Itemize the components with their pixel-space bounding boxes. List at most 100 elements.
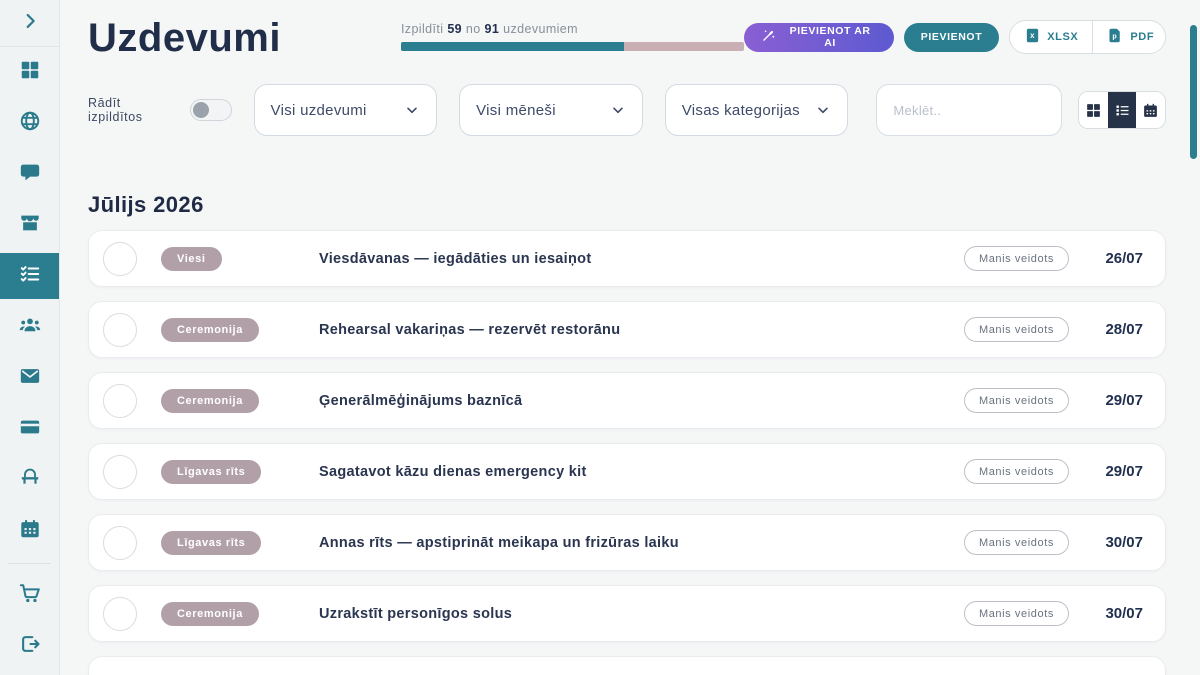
task-checkbox[interactable] — [103, 526, 137, 560]
task-row: Līgavas rīts Sagatavot kāzu dienas emerg… — [88, 443, 1166, 500]
task-row: Līgavas rīts Annas rīts — apstiprināt me… — [88, 514, 1166, 571]
cart-icon — [19, 582, 41, 609]
list-view-button[interactable] — [1108, 92, 1137, 128]
task-title: Annas rīts — apstiprināt meikapa un friz… — [319, 535, 679, 551]
sidebar-item-globe[interactable] — [0, 98, 59, 149]
task-date: 29/07 — [1069, 463, 1143, 480]
progress-prefix: Izpildīti — [401, 22, 444, 36]
toggle-knob — [193, 102, 209, 118]
calendar-icon — [1142, 102, 1159, 119]
calendar-view-button[interactable] — [1136, 92, 1165, 128]
sidebar-item-storefront[interactable] — [0, 200, 59, 251]
chevron-down-icon — [815, 102, 831, 118]
chevron-down-icon — [404, 102, 420, 118]
export-pdf-button[interactable]: p PDF — [1093, 21, 1166, 53]
grid-view-button[interactable] — [1079, 92, 1108, 128]
show-completed-label: Rādīt izpildītos — [88, 96, 178, 124]
main-content: Uzdevumi Izpildīti 59 no 91 uzdevumiem P… — [60, 0, 1200, 675]
grid-icon — [1085, 102, 1102, 119]
progress-bar-fill — [401, 42, 624, 51]
sidebar-item-grid[interactable] — [0, 47, 59, 98]
task-date: 26/07 — [1069, 250, 1143, 267]
sidebar-item-cart[interactable] — [0, 570, 59, 621]
logout-icon — [19, 633, 41, 660]
sidebar-item-logout[interactable] — [0, 621, 59, 672]
category-badge: Ceremonija — [161, 602, 259, 626]
checklist-icon — [19, 263, 41, 290]
progress-suffix: uzdevumiem — [503, 22, 578, 36]
header-buttons: PIEVIENOT AR AI PIEVIENOT x XLSX p PDF — [744, 20, 1166, 54]
creator-badge: Manis veidots — [964, 459, 1069, 484]
sidebar — [0, 0, 60, 675]
month-filter-value: Visi mēneši — [476, 102, 556, 119]
category-badge: Ceremonija — [161, 318, 259, 342]
tasks-progress: Izpildīti 59 no 91 uzdevumiem — [401, 22, 744, 51]
scrollbar-thumb[interactable] — [1190, 25, 1197, 159]
add-with-ai-button[interactable]: PIEVIENOT AR AI — [744, 23, 893, 52]
task-row: Ceremonija Rehearsal vakariņas — rezervē… — [88, 301, 1166, 358]
xlsx-file-icon: x — [1024, 27, 1041, 47]
add-with-ai-label: PIEVIENOT AR AI — [783, 25, 876, 49]
progress-bar-track — [401, 42, 744, 51]
chat-icon — [19, 161, 41, 188]
task-checkbox[interactable] — [103, 597, 137, 631]
sidebar-item-chat[interactable] — [0, 149, 59, 200]
view-switcher — [1078, 91, 1166, 129]
show-completed-toggle[interactable] — [190, 99, 231, 121]
task-title: Ģenerālmēģinājums baznīcā — [319, 393, 522, 409]
add-button[interactable]: PIEVIENOT — [904, 23, 999, 52]
month-section-title: Jūlijs 2026 — [88, 192, 1166, 218]
chevron-right-icon — [19, 10, 41, 37]
creator-badge: Manis veidots — [964, 317, 1069, 342]
task-row-partial — [88, 656, 1166, 675]
globe-icon — [19, 110, 41, 137]
filter-bar: Rādīt izpildītos Visi uzdevumi Visi mēne… — [88, 84, 1166, 136]
calendar-icon — [19, 518, 41, 545]
creator-badge: Manis veidots — [964, 601, 1069, 626]
task-title: Uzrakstīt personīgos solus — [319, 606, 512, 622]
category-filter-value: Visas kategorijas — [682, 102, 800, 119]
credit-card-icon — [19, 416, 41, 443]
category-badge: Ceremonija — [161, 389, 259, 413]
task-list: Viesi Viesdāvanas — iegādāties un iesaiņ… — [88, 230, 1166, 675]
sidebar-item-people[interactable] — [0, 302, 59, 353]
sidebar-item-checklist[interactable] — [0, 253, 59, 299]
progress-total-count: 91 — [485, 22, 500, 36]
tasks-filter-value: Visi uzdevumi — [271, 102, 367, 119]
task-title: Viesdāvanas — iegādāties un iesaiņot — [319, 251, 591, 267]
task-checkbox[interactable] — [103, 242, 137, 276]
search-input[interactable] — [876, 84, 1062, 136]
creator-badge: Manis veidots — [964, 530, 1069, 555]
tasks-filter-dropdown[interactable]: Visi uzdevumi — [254, 84, 438, 136]
export-xlsx-button[interactable]: x XLSX — [1010, 21, 1093, 53]
progress-done-count: 59 — [447, 22, 462, 36]
task-checkbox[interactable] — [103, 384, 137, 418]
task-date: 29/07 — [1069, 392, 1143, 409]
sidebar-item-calendar[interactable] — [0, 506, 59, 557]
task-title: Sagatavot kāzu dienas emergency kit — [319, 464, 587, 480]
task-date: 28/07 — [1069, 321, 1143, 338]
category-filter-dropdown[interactable]: Visas kategorijas — [665, 84, 849, 136]
task-date: 30/07 — [1069, 605, 1143, 622]
month-filter-dropdown[interactable]: Visi mēneši — [459, 84, 643, 136]
grid-icon — [19, 59, 41, 86]
svg-text:p: p — [1113, 32, 1118, 40]
progress-label: Izpildīti 59 no 91 uzdevumiem — [401, 22, 744, 36]
sidebar-item-envelope[interactable] — [0, 353, 59, 404]
task-checkbox[interactable] — [103, 455, 137, 489]
sidebar-divider — [8, 563, 51, 564]
magic-wand-icon — [761, 28, 776, 46]
sidebar-item-credit-card[interactable] — [0, 404, 59, 455]
task-checkbox[interactable] — [103, 313, 137, 347]
page-title: Uzdevumi — [88, 14, 281, 62]
bench-icon — [19, 467, 41, 494]
category-badge: Viesi — [161, 247, 222, 271]
page-header: Uzdevumi Izpildīti 59 no 91 uzdevumiem P… — [88, 14, 1166, 62]
pdf-file-icon: p — [1107, 27, 1124, 47]
category-badge: Līgavas rīts — [161, 460, 261, 484]
task-date: 30/07 — [1069, 534, 1143, 551]
sidebar-item-bench[interactable] — [0, 455, 59, 506]
chevron-down-icon — [610, 102, 626, 118]
creator-badge: Manis veidots — [964, 388, 1069, 413]
sidebar-collapse-button[interactable] — [0, 0, 59, 47]
